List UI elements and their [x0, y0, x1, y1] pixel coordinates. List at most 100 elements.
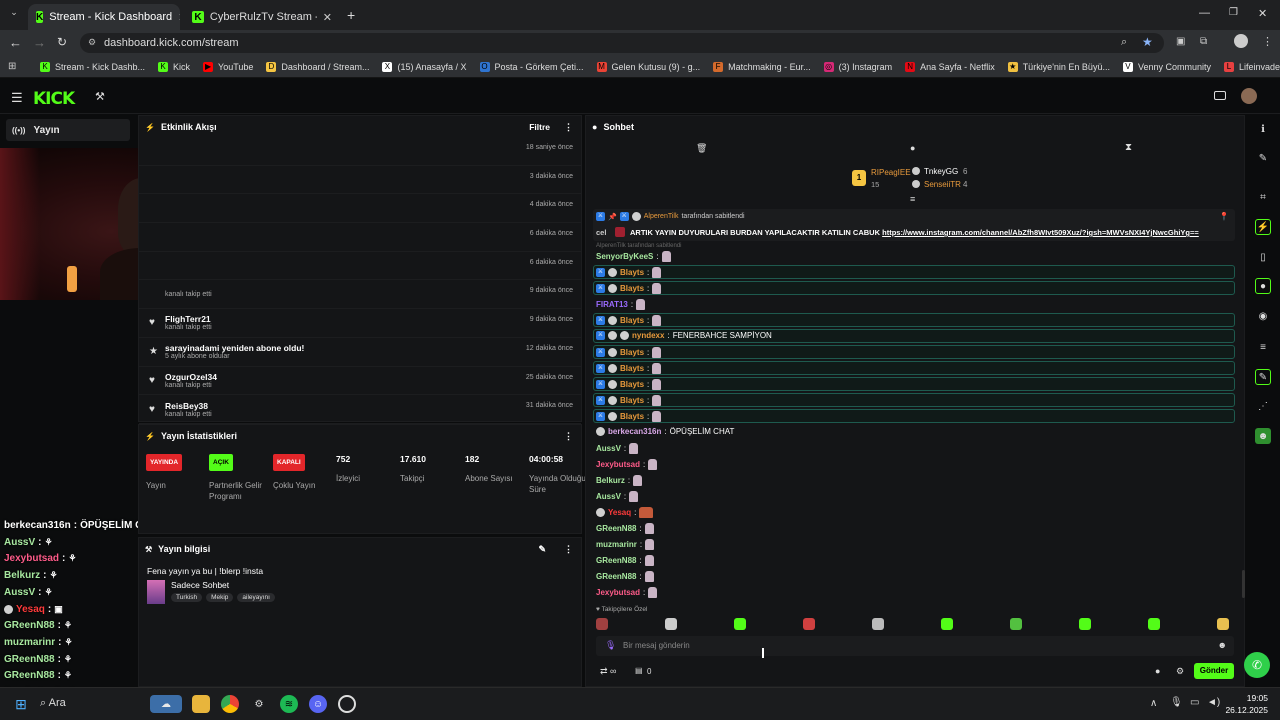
bookmark-item[interactable]: D Dashboard / Stream... — [266, 62, 369, 72]
bookmark-item[interactable]: K Stream - Kick Dashb... — [40, 62, 145, 72]
vault-icon[interactable]: ▤ — [635, 666, 643, 675]
layers-icon[interactable]: ≡ — [1255, 339, 1271, 355]
bolt-icon[interactable]: ⚡ — [1255, 219, 1271, 235]
share-icon[interactable]: ⇄ ∞ — [600, 666, 616, 677]
scan-icon[interactable]: ⌗ — [1255, 189, 1271, 205]
bookmark-item[interactable]: O Posta - Görkem Çeti... — [479, 62, 584, 72]
filter-button[interactable]: Filtre — [529, 122, 550, 132]
chat-username[interactable]: FIRAT13 — [596, 300, 628, 309]
broadcast-icon[interactable]: ◉ — [1255, 308, 1271, 324]
chat-username[interactable]: Jexybutsad — [596, 460, 640, 469]
back-icon[interactable]: ← — [9, 35, 22, 50]
bookmark-item[interactable]: F Matchmaking - Eur... — [713, 62, 811, 72]
chat-username[interactable]: Blayts — [620, 284, 644, 293]
file-explorer-icon[interactable] — [192, 695, 210, 713]
activity-name[interactable]: FlighTerr21 — [165, 314, 212, 324]
chat-username[interactable]: AussV — [596, 492, 621, 501]
clock-date[interactable]: 26.12.2025 — [1222, 705, 1268, 715]
chat-username[interactable]: Jexybutsad — [596, 588, 640, 597]
maximize-button[interactable]: ❐ — [1229, 7, 1238, 18]
chat-username[interactable]: Belkurz — [596, 476, 625, 485]
emote-icon[interactable] — [1010, 618, 1022, 630]
apps-grid-icon[interactable]: ⊞ — [8, 61, 16, 72]
chat-username[interactable]: Blayts — [620, 396, 644, 405]
bookmark-item[interactable]: ◎ (3) Instagram — [823, 62, 892, 72]
emote-icon[interactable] — [1217, 618, 1229, 630]
emote-icon[interactable] — [803, 618, 815, 630]
emote-icon[interactable] — [872, 618, 884, 630]
settings-gear-icon[interactable]: ⚙ — [1176, 666, 1184, 677]
hammer-icon[interactable]: ⚒ — [95, 90, 105, 103]
bookmark-item[interactable]: ▶ YouTube — [203, 62, 253, 72]
emote-icon[interactable] — [1079, 618, 1091, 630]
puzzle-icon[interactable]: ⧉ — [1200, 36, 1207, 47]
chat-input[interactable]: 🎙 Bir mesaj gönderin ☻ — [596, 636, 1234, 656]
activity-name[interactable]: sarayinadami yeniden abone oldu! — [165, 343, 304, 353]
unpin-icon[interactable]: 📍 — [1219, 212, 1229, 221]
windows-start-icon[interactable]: ⊞ — [12, 695, 30, 713]
window-close-button[interactable]: ✕ — [1258, 7, 1267, 20]
menu-kebab-icon[interactable]: ⋮ — [1262, 35, 1273, 48]
spotify-icon[interactable]: ≋ — [280, 695, 298, 713]
emote-icon[interactable] — [665, 618, 677, 630]
minimize-button[interactable]: — — [1199, 7, 1210, 19]
activity-name[interactable]: ReisBey38 — [165, 401, 212, 411]
chat-username[interactable]: GReenN88 — [596, 556, 636, 565]
chat-username[interactable]: GReenN88 — [596, 572, 636, 581]
kebab-icon[interactable]: ⋮ — [564, 544, 573, 555]
hourglass-icon[interactable]: ⧗ — [1125, 142, 1132, 153]
activity-name[interactable]: OzgurOzel34 — [165, 372, 217, 382]
chat-icon[interactable]: ● — [1255, 278, 1271, 294]
network-icon[interactable]: ▭ — [1190, 697, 1199, 708]
pencil-icon[interactable]: ✎ — [1255, 150, 1271, 166]
chat-scrollbar[interactable] — [1242, 570, 1245, 598]
chat-username[interactable]: Blayts — [620, 412, 644, 421]
chat-username[interactable]: AussV — [596, 444, 621, 453]
bookmark-item[interactable]: K Kick — [158, 62, 190, 72]
bookmark-item[interactable]: M Gelen Kutusu (9) - g... — [596, 62, 700, 72]
clock-time[interactable]: 19:05 — [1228, 693, 1268, 703]
forward-icon[interactable]: → — [33, 35, 46, 50]
nav-item-stream[interactable]: ((•)) Yayın — [6, 119, 130, 141]
bookmark-item[interactable]: V Venny Community — [1122, 62, 1211, 72]
leader-name[interactable]: SenseiiTR — [924, 180, 961, 189]
tab-kick-dashboard[interactable]: K Stream - Kick Dashboard ✕ — [28, 4, 180, 30]
support-chat-button[interactable]: ✆ — [1244, 652, 1270, 678]
close-icon[interactable]: ✕ — [323, 11, 332, 24]
chat-username[interactable]: GReenN88 — [596, 524, 636, 533]
chrome-icon[interactable] — [221, 695, 239, 713]
discord-icon[interactable]: ☺ — [309, 695, 327, 713]
tag-chip[interactable]: Turkish — [171, 593, 203, 602]
new-tab-button[interactable]: + — [347, 7, 355, 23]
chat-username[interactable]: Blayts — [620, 316, 644, 325]
kick-logo[interactable]: KICK — [33, 89, 75, 109]
kebab-icon[interactable]: ⋮ — [564, 122, 573, 133]
leader-name[interactable]: RIPeagIEE — [871, 168, 911, 177]
pinned-link[interactable]: https://www.instagram.com/channel/AbZfh8… — [882, 228, 1199, 237]
emote-icon[interactable] — [1148, 618, 1160, 630]
expand-chevron-icon[interactable]: ≡ — [910, 194, 915, 204]
wrench-icon[interactable]: ✎ — [1255, 369, 1271, 385]
emote-icon[interactable] — [734, 618, 746, 630]
clipboard-icon[interactable]: ▯ — [1255, 249, 1271, 265]
bookmark-item[interactable]: N Ana Sayfa - Netflix — [905, 62, 995, 72]
app-icon[interactable] — [338, 695, 356, 713]
category-name[interactable]: Sadece Sohbet — [171, 580, 275, 590]
chat-bubble-icon[interactable]: ● — [1155, 666, 1160, 676]
chat-username[interactable]: muzmarinr — [596, 540, 637, 549]
layout-toggle-icon[interactable] — [1214, 91, 1226, 100]
edit-icon[interactable]: ✎ — [538, 544, 546, 555]
emote-icon[interactable] — [941, 618, 953, 630]
send-button[interactable]: Gönder — [1194, 663, 1234, 679]
bookmark-item[interactable]: L Lifeinvader - VennyV — [1224, 62, 1280, 72]
chat-username[interactable]: Blayts — [620, 380, 644, 389]
close-icon[interactable]: ✕ — [178, 11, 180, 24]
user-avatar[interactable] — [1241, 88, 1257, 104]
chat-mode-icon[interactable]: ● — [910, 143, 915, 153]
trash-icon[interactable]: 🗑 — [696, 143, 707, 154]
share-nodes-icon[interactable]: ⋰ — [1255, 398, 1271, 414]
tab-search-icon[interactable]: ⌄ — [6, 7, 22, 23]
hamburger-menu-icon[interactable]: ☰ — [11, 90, 23, 106]
chat-username[interactable]: SenyorByKeeS — [596, 252, 653, 261]
chat-username[interactable]: Yesaq — [608, 508, 631, 517]
